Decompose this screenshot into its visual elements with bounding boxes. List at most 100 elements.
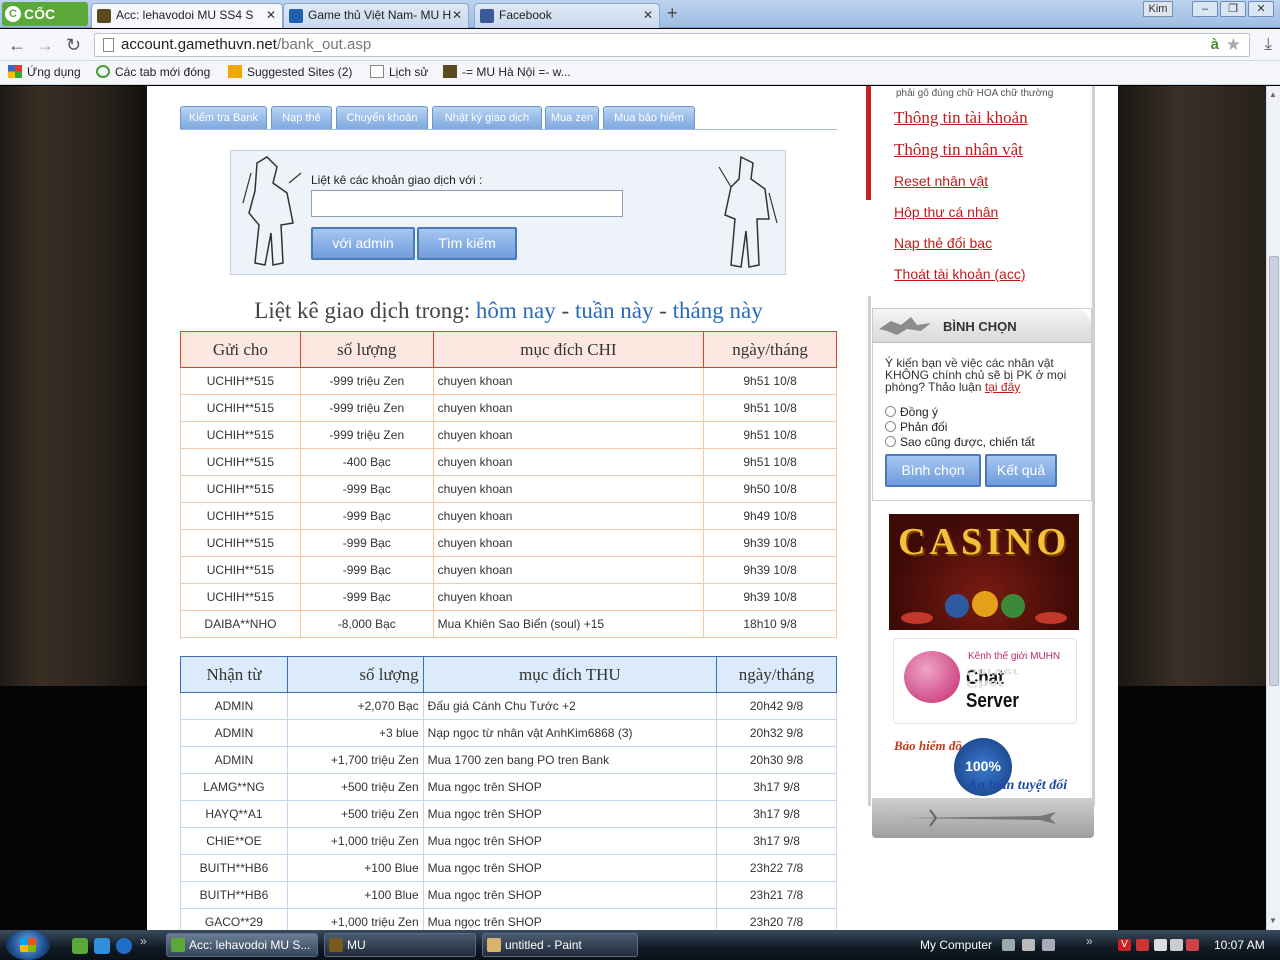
bookmark-recent-tabs[interactable]: Các tab mới đóng [96, 65, 210, 79]
tab-buy-insurance[interactable]: Mua bảo hiểm [603, 106, 695, 129]
sidebar-item-character-info[interactable]: Thông tin nhân vật [894, 140, 1023, 160]
cell-party[interactable]: UCHIH**515 [180, 475, 301, 503]
tab-gamethu[interactable]: Game thủ Việt Nam- MU H ✕ [283, 3, 469, 28]
cell-party[interactable]: UCHIH**515 [180, 448, 301, 476]
close-tab-icon[interactable]: ✕ [643, 8, 653, 22]
cell-party[interactable]: UCHIH**515 [180, 556, 301, 584]
tab-account[interactable]: Acc: lehavodoi MU SS4 S ✕ [91, 3, 283, 28]
taskbar-browser-window[interactable]: Acc: lehavodoi MU S... [166, 933, 318, 957]
scroll-up-icon[interactable]: ▲ [1269, 90, 1277, 99]
sidebar-item-reset-character[interactable]: Reset nhân vật [894, 173, 988, 189]
table-row: HAYQ**A1 +500 triệu Zen Mua ngọc trên SHOP… [180, 800, 837, 828]
radio-button[interactable] [885, 406, 896, 417]
quicklaunch-more-icon[interactable]: » [140, 934, 147, 948]
close-tab-icon[interactable]: ✕ [266, 8, 276, 22]
power-icon[interactable] [1154, 939, 1167, 951]
security-icon[interactable] [1136, 939, 1149, 951]
sidebar-item-logout[interactable]: Thoát tài khoản (acc) [894, 266, 1026, 282]
tab-transfer[interactable]: Chuyển khoản [336, 106, 428, 129]
taskbar-paint-window[interactable]: untitled - Paint [482, 933, 638, 957]
bookmark-mu-hanoi[interactable]: -= MU Hà Nội =- w... [443, 65, 571, 79]
clock[interactable]: 10:07 AM [1214, 938, 1265, 952]
reload-icon[interactable]: ↻ [66, 35, 81, 56]
search-input[interactable] [311, 190, 623, 217]
tab-transaction-log[interactable]: Nhật ký giao dịch [432, 106, 542, 129]
page-scrollbar[interactable]: ▲ ▼ [1266, 86, 1280, 930]
cell-party[interactable]: LAMG**NG [180, 773, 288, 801]
bookmarks-bar: Ứng dụng Các tab mới đóng Suggested Site… [0, 61, 1280, 85]
results-button[interactable]: Kết quả [985, 454, 1057, 487]
forward-icon[interactable]: → [36, 35, 54, 56]
my-computer-label[interactable]: My Computer [920, 938, 992, 952]
tab-label: Game thủ Việt Nam- MU H [308, 8, 452, 22]
tray-app-icon[interactable] [1186, 939, 1199, 951]
tab-buy-zen[interactable]: Mua zen [545, 106, 599, 129]
cell-party[interactable]: HAYQ**A1 [180, 800, 288, 828]
printer-icon[interactable] [1022, 939, 1035, 951]
poll-option-agree[interactable]: Đồng ý [885, 405, 938, 419]
link-this-month[interactable]: tháng này [673, 298, 763, 323]
cell-party[interactable]: UCHIH**515 [180, 394, 301, 422]
url-field[interactable]: account.gamethuvn.net/bank_out.asp à ★ [94, 33, 1250, 57]
cell-party[interactable]: UCHIH**515 [180, 502, 301, 530]
new-tab-button[interactable]: + [667, 3, 678, 24]
radio-button[interactable] [885, 421, 896, 432]
cell-party[interactable]: UCHIH**515 [180, 583, 301, 611]
chat-server-banner[interactable]: Kênh thế giới MUHN Chat Server Chat Serv… [893, 638, 1077, 724]
bookmark-apps[interactable]: Ứng dụng [8, 65, 81, 79]
search-button[interactable]: Tìm kiếm [417, 227, 517, 260]
close-tab-icon[interactable]: ✕ [452, 8, 462, 22]
cell-party[interactable]: ADMIN [180, 719, 288, 747]
antivirus-icon[interactable]: V [1118, 939, 1131, 951]
cell-party[interactable]: ADMIN [180, 746, 288, 774]
close-window-icon[interactable]: ✕ [1248, 1, 1274, 17]
media-quicklaunch-icon[interactable] [94, 938, 110, 954]
coccoc-logo[interactable]: CCỐC CỐC [2, 2, 88, 46]
link-this-week[interactable]: tuần này [575, 298, 654, 323]
start-button[interactable] [6, 930, 50, 960]
cell-party[interactable]: CHIE**OE [180, 827, 288, 855]
cell-party[interactable]: ADMIN [180, 692, 288, 720]
tab-facebook[interactable]: Facebook ✕ [474, 3, 660, 28]
insurance-banner[interactable]: Bảo hiểm đồ 100% An toàn tuyệt đối [892, 736, 1078, 802]
tab-check-bank[interactable]: Kiểm tra Bank [180, 106, 267, 129]
cell-party[interactable]: BUITH**HB6 [180, 881, 288, 909]
user-profile-button[interactable]: Kim [1143, 1, 1173, 17]
back-icon[interactable]: ← [8, 35, 26, 56]
download-icon[interactable]: ⤓ [1264, 34, 1272, 54]
scroll-down-icon[interactable]: ▼ [1269, 916, 1277, 925]
sidebar-item-card-to-silver[interactable]: Nạp thẻ đổi bạc [894, 235, 992, 251]
volume-icon[interactable] [1170, 939, 1183, 951]
minimize-icon[interactable]: – [1192, 1, 1218, 17]
cell-party[interactable]: UCHIH**515 [180, 421, 301, 449]
bookmark-history[interactable]: Lịch sử [370, 65, 428, 79]
cell-party[interactable]: UCHIH**515 [180, 529, 301, 557]
coccoc-quicklaunch-icon[interactable] [72, 938, 88, 954]
casino-banner[interactable]: CASINO [889, 514, 1079, 630]
cell-party[interactable]: GACO**29 [180, 908, 288, 930]
scrollbar-thumb[interactable] [1269, 256, 1279, 686]
network-icon[interactable] [1002, 939, 1015, 951]
cell-party[interactable]: DAIBA**NHO [180, 610, 301, 638]
link-today[interactable]: hôm nay [476, 298, 556, 323]
poll-discussion-link[interactable]: tại đây [985, 380, 1020, 394]
device-icon[interactable] [1042, 939, 1055, 951]
sidebar-item-mailbox[interactable]: Hộp thư cá nhân [894, 204, 998, 220]
cell-party[interactable]: UCHIH**515 [180, 367, 301, 395]
sidebar-item-account-info[interactable]: Thông tin tài khoản [894, 108, 1028, 128]
taskbar-mu-window[interactable]: MU [324, 933, 476, 957]
tab-top-up-card[interactable]: Nạp thẻ [271, 106, 332, 129]
vote-button[interactable]: Bình chọn [885, 454, 981, 487]
bookmark-suggested-sites[interactable]: Suggested Sites (2) [228, 65, 352, 79]
extension-icon[interactable]: à [1211, 34, 1219, 56]
bookmark-star-icon[interactable]: ★ [1226, 34, 1241, 56]
maximize-icon[interactable]: ❐ [1220, 1, 1246, 17]
poll-option-disagree[interactable]: Phản đối [885, 420, 947, 434]
poll-option-whatever[interactable]: Sao cũng được, chiến tất [885, 435, 1035, 449]
bookmark-label: Lịch sử [389, 65, 429, 79]
radio-button[interactable] [885, 436, 896, 447]
cell-party[interactable]: BUITH**HB6 [180, 854, 288, 882]
tray-more-icon[interactable]: » [1086, 934, 1093, 948]
with-admin-button[interactable]: với admin [311, 227, 415, 260]
ie-quicklaunch-icon[interactable] [116, 938, 132, 954]
